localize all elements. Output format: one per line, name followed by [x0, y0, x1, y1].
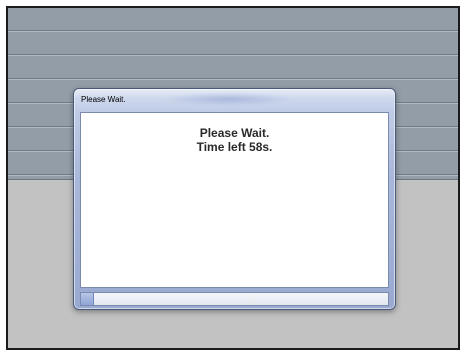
dialog-content: Please Wait. Time left 58s. [80, 112, 389, 288]
please-wait-dialog: Please Wait. Please Wait. Time left 58s. [73, 88, 396, 310]
screen-frame: Please Wait. Please Wait. Time left 58s. [6, 6, 460, 350]
progress-bar [80, 292, 389, 306]
time-left-text: Time left 58s. [196, 140, 273, 154]
dialog-title: Please Wait. [81, 95, 126, 104]
titlebar-glow [164, 92, 294, 106]
wait-message: Please Wait. Time left 58s. [81, 126, 388, 154]
progress-fill [81, 293, 95, 305]
wait-message-line1: Please Wait. [199, 126, 270, 140]
dialog-titlebar[interactable]: Please Wait. [74, 89, 395, 111]
